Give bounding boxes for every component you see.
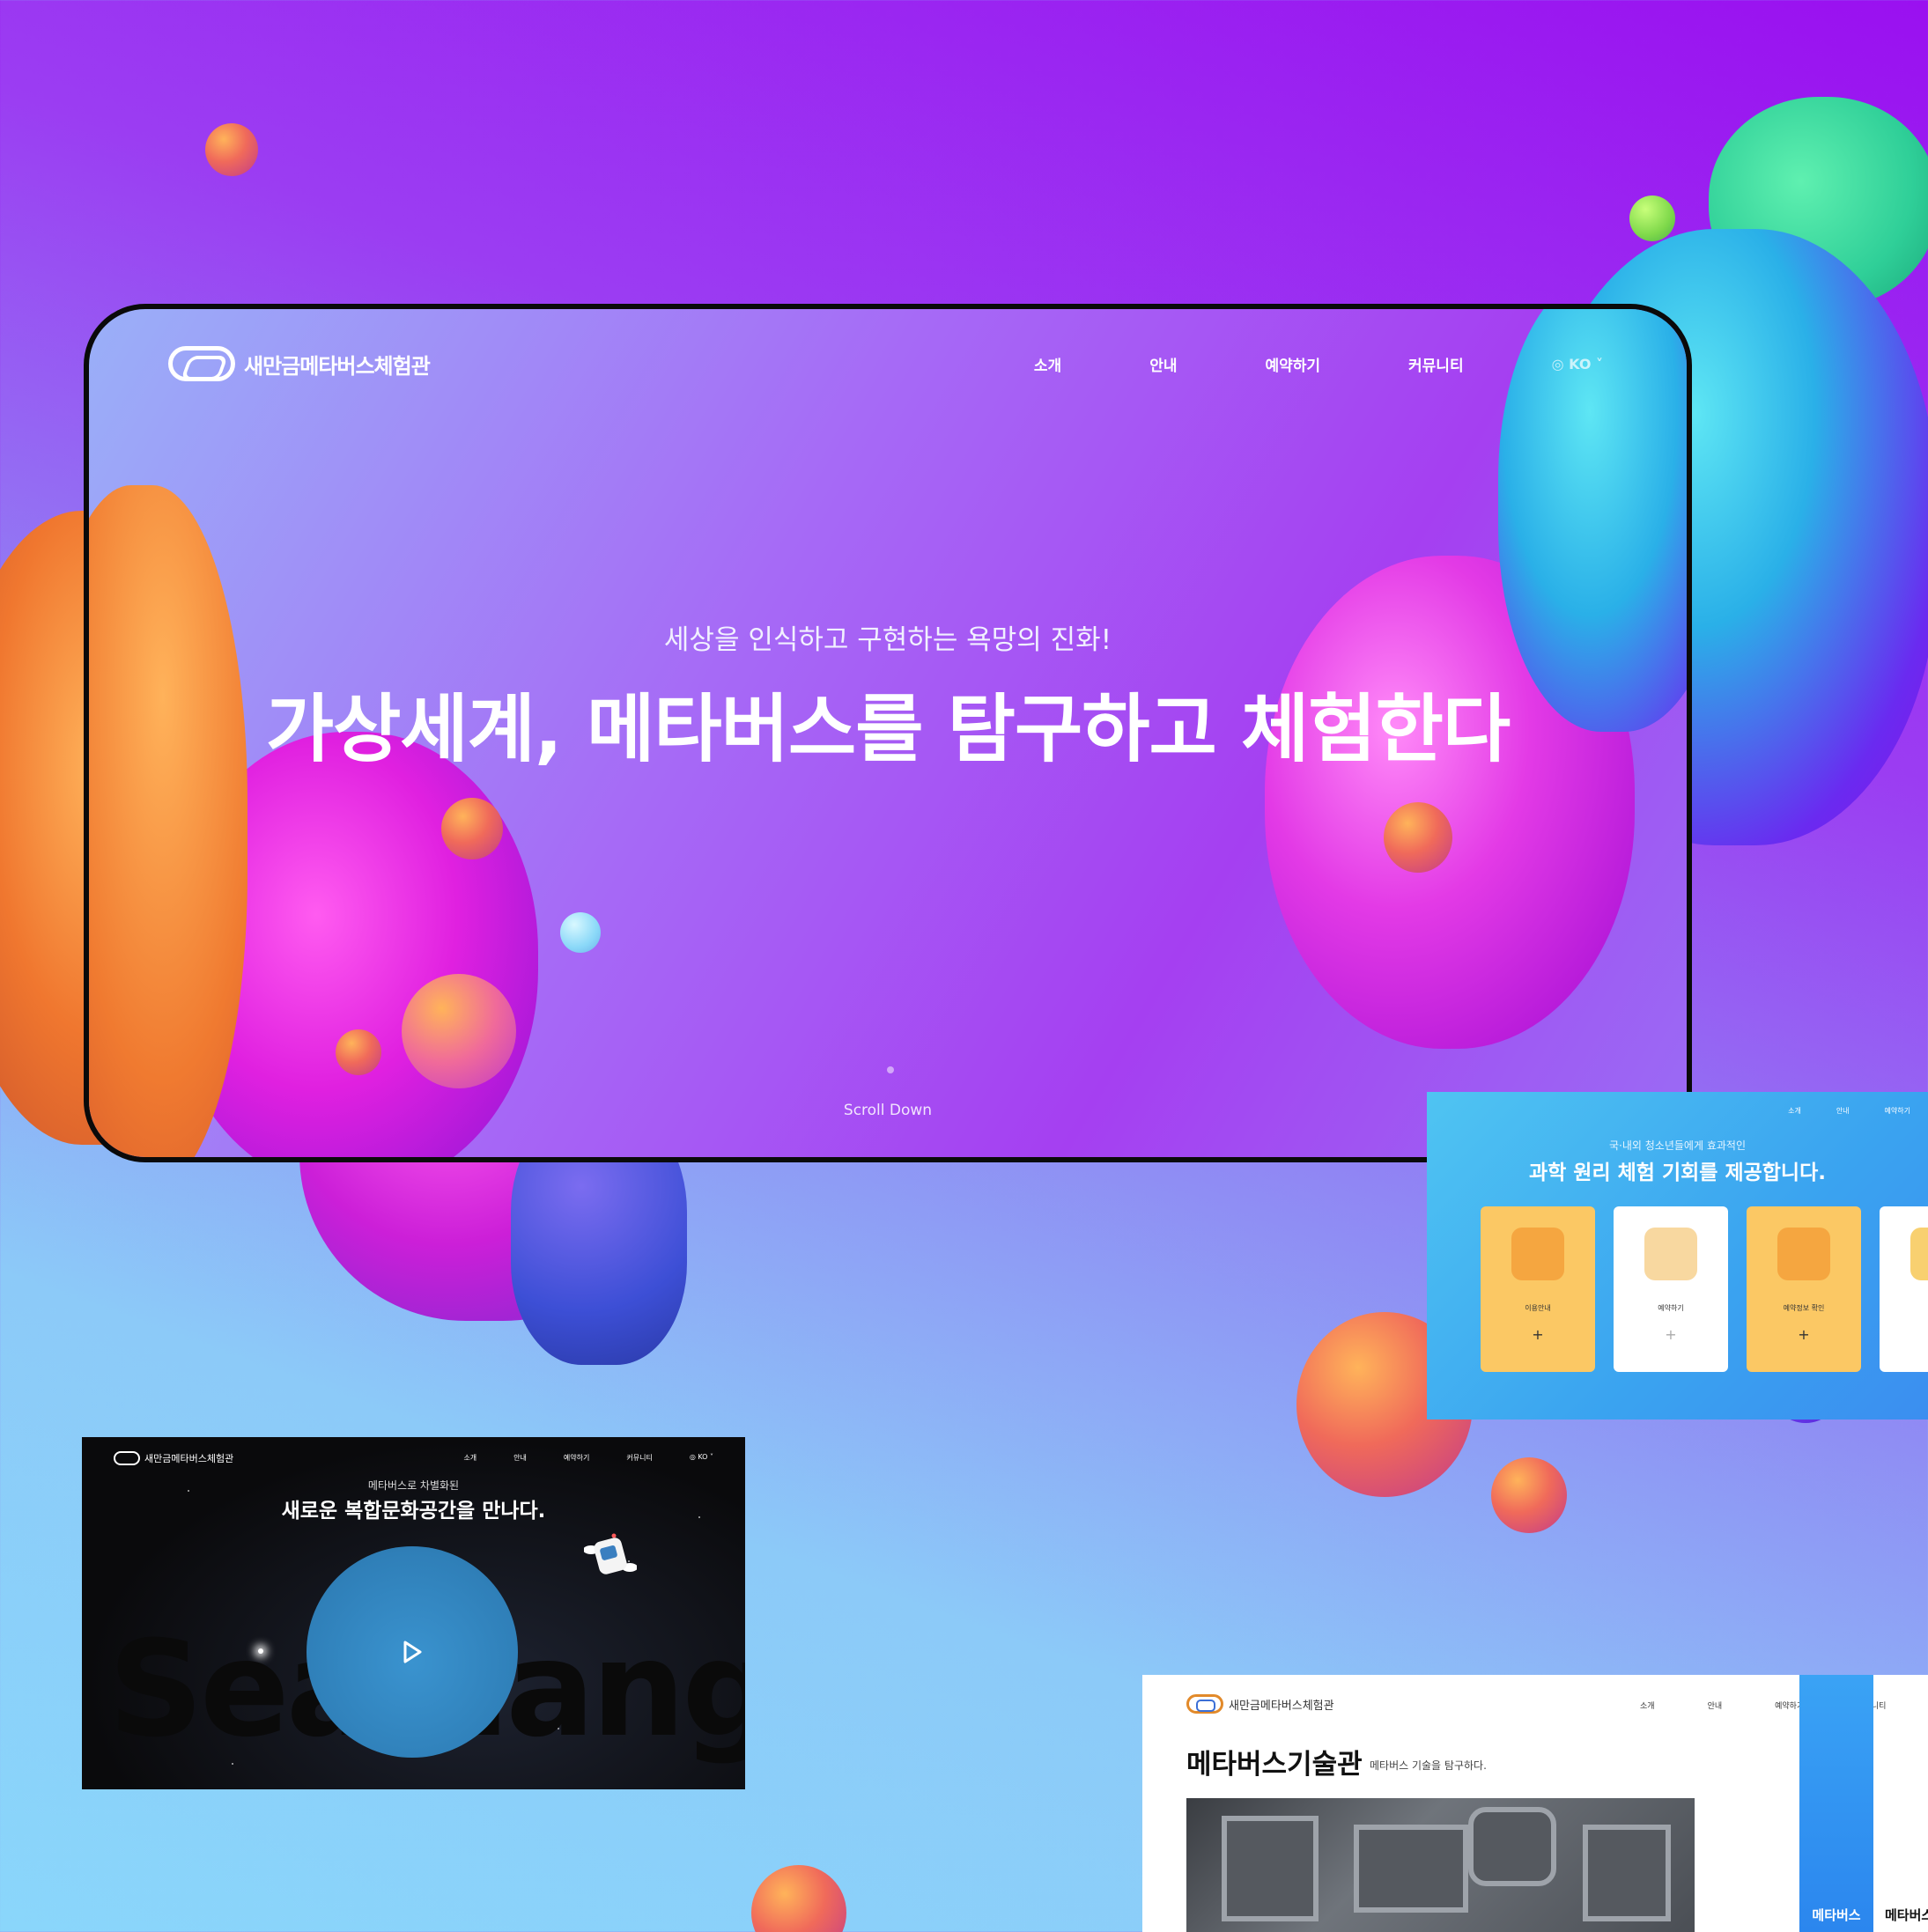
tech-title: 메타버스기술관 — [1186, 1749, 1363, 1781]
nav-item-reservation[interactable]: 예약하기 — [564, 1453, 589, 1463]
robot-icon — [584, 1533, 637, 1574]
phone-calendar-icon — [1644, 1228, 1697, 1280]
nav-item-reservation[interactable]: 예약하기 — [1265, 353, 1320, 375]
plus-icon: + — [1532, 1326, 1544, 1343]
chevron-down-icon: ˅ — [1596, 356, 1603, 372]
hero-sphere-5 — [1384, 802, 1452, 873]
tech-description: 메타버스 기술을 탐구하다. — [1370, 1759, 1487, 1772]
floorplan-room — [1354, 1825, 1468, 1913]
floorplan-room — [1222, 1816, 1319, 1921]
sphere-green — [1629, 195, 1675, 241]
hero-nav: 소개 안내 예약하기 커뮤니티 ◎ KO ˅ — [1034, 353, 1603, 375]
space-subtitle: 메타버스로 차별화된 — [367, 1479, 460, 1492]
language-selector[interactable]: ◎ KO ˅ — [1552, 356, 1603, 372]
tech-bottom-label-2: 메타버스 — [1885, 1907, 1928, 1923]
card-label: 예약하기 — [1658, 1304, 1684, 1312]
play-icon[interactable] — [397, 1638, 425, 1666]
logo-mark-icon — [1186, 1694, 1223, 1714]
hero-title: 가상세계, 메타버스를 탐구하고 체험한다 — [265, 686, 1511, 772]
nav-item-community[interactable]: 커뮤니티 — [1408, 353, 1464, 375]
sphere-top-left — [205, 123, 258, 176]
tech-logo-text: 새만금메타버스체험관 — [1229, 1699, 1334, 1713]
hero-sphere-2 — [402, 974, 516, 1088]
nav-item-guide[interactable]: 안내 — [1149, 353, 1177, 375]
nav-item-guide[interactable]: 안내 — [513, 1453, 527, 1463]
tech-floorplan-image — [1186, 1798, 1695, 1932]
hero-logo[interactable]: 새만금메타버스체험관 — [168, 346, 431, 381]
tech-blue-panel[interactable] — [1799, 1675, 1873, 1932]
card-label: 자주 — [1880, 1303, 1928, 1313]
plus-icon: + — [1665, 1326, 1677, 1343]
service-title: 과학 원리 체험 기회를 제공합니다. — [1528, 1161, 1826, 1184]
nav-item-intro[interactable]: 소개 — [1788, 1106, 1801, 1116]
space-logo[interactable]: 새만금메타버스체험관 — [114, 1451, 233, 1465]
globe-icon: ◎ — [1551, 356, 1564, 372]
document-alert-icon — [1777, 1228, 1830, 1280]
nav-item-intro[interactable]: 소개 — [1640, 1700, 1655, 1711]
language-label: KO — [698, 1453, 708, 1461]
nav-item-intro[interactable]: 소개 — [463, 1453, 476, 1463]
hero-orange-blob-left — [89, 485, 247, 1157]
tech-bottom-label-1: 메타버스 — [1812, 1907, 1861, 1923]
space-preview: 새만금메타버스체험관 소개 안내 예약하기 커뮤니티 ◎ KO ˅ 메타버스로 … — [82, 1437, 745, 1789]
tech-preview: 새만금메타버스체험관 소개 안내 예약하기 커뮤니티 메타버스기술관 메타버스 … — [1142, 1675, 1928, 1932]
sphere-small-bottom — [1491, 1457, 1567, 1533]
hero-sphere-3 — [336, 1029, 381, 1075]
hero-subtitle: 세상을 인식하고 구현하는 욕망의 진화! — [663, 624, 1112, 656]
envelope-check-icon — [1511, 1228, 1564, 1280]
plus-icon: + — [1798, 1326, 1810, 1343]
tech-logo[interactable]: 새만금메타버스체험관 — [1186, 1694, 1334, 1714]
nav-item-guide[interactable]: 안내 — [1708, 1700, 1723, 1711]
service-card-reservation[interactable]: 예약하기 + — [1614, 1206, 1728, 1372]
service-card-usage-guide[interactable]: 이용안내 + — [1481, 1206, 1595, 1372]
question-icon — [1910, 1228, 1928, 1280]
logo-mark-icon — [114, 1451, 140, 1465]
floorplan-room — [1583, 1825, 1671, 1921]
sphere-bottom-center — [751, 1865, 846, 1932]
service-preview: 소개 안내 예약하기 국·내외 청소년들에게 효과적인 과학 원리 체험 기회를… — [1427, 1092, 1928, 1420]
service-card-reservation-info[interactable]: 예약정보 확인 + — [1747, 1206, 1861, 1372]
service-card-faq[interactable]: 자주 — [1880, 1206, 1928, 1372]
hero-preview: 새만금메타버스체험관 소개 안내 예약하기 커뮤니티 ◎ KO ˅ 세상을 인식… — [84, 304, 1692, 1162]
nav-item-community[interactable]: 커뮤니티 — [626, 1453, 652, 1463]
service-nav: 소개 안내 예약하기 — [1788, 1106, 1910, 1116]
hero-sphere-4 — [560, 912, 601, 953]
nav-item-intro[interactable]: 소개 — [1034, 353, 1061, 375]
card-label: 예약정보 확인 — [1783, 1304, 1825, 1312]
nav-item-reservation[interactable]: 예약하기 — [1885, 1106, 1910, 1116]
card-label: 이용안내 — [1525, 1304, 1551, 1312]
floorplan-room — [1468, 1807, 1556, 1886]
logo-mark-icon — [168, 346, 235, 381]
language-label: KO — [1569, 356, 1592, 372]
space-logo-text: 새만금메타버스체험관 — [144, 1453, 234, 1464]
scroll-indicator-dot — [887, 1066, 894, 1073]
hero-sphere-1 — [441, 798, 503, 859]
service-subtitle: 국·내외 청소년들에게 효과적인 — [1609, 1139, 1746, 1152]
space-title: 새로운 복합문화공간을 만나다. — [281, 1500, 546, 1523]
nav-item-guide[interactable]: 안내 — [1836, 1106, 1850, 1116]
language-selector[interactable]: ◎ KO ˅ — [690, 1453, 713, 1463]
space-nav: 소개 안내 예약하기 커뮤니티 ◎ KO ˅ — [463, 1453, 713, 1463]
hero-logo-text: 새만금메타버스체험관 — [244, 353, 431, 379]
